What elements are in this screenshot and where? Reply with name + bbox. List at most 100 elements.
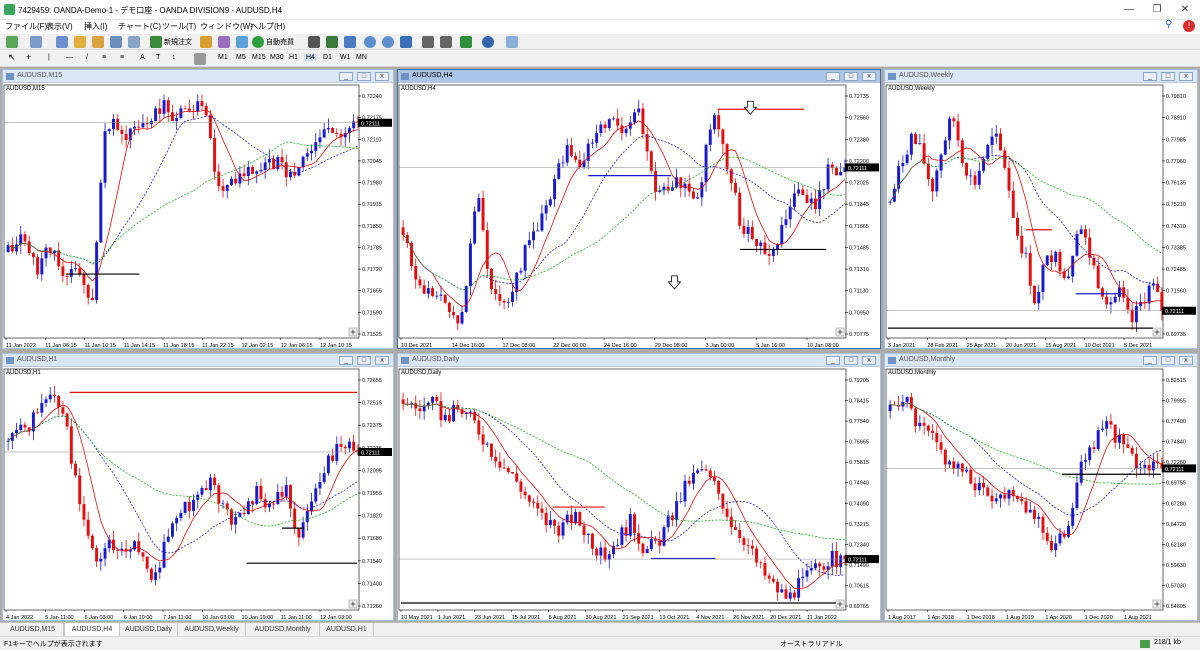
signals-icon[interactable]	[236, 36, 248, 48]
price-chart[interactable]: 0.727350.725600.723800.722000.720250.718…	[398, 84, 880, 348]
chart-window-h1[interactable]: AUDUSD,H1 _ □ x AUDUSD,H1 0.72655 0.72515…	[2, 353, 394, 621]
tab-audusd-monthly[interactable]: AUDUSD,Monthly	[246, 623, 320, 636]
tf-d1[interactable]: D1	[323, 54, 332, 61]
tf-mn[interactable]: MN	[356, 54, 367, 61]
navigator-icon[interactable]	[92, 36, 104, 48]
new-order-button[interactable]: 新規注文	[164, 37, 192, 47]
menu-view[interactable]: 表示(V)	[46, 21, 73, 32]
options-icon[interactable]	[218, 36, 230, 48]
chart-window-m15[interactable]: AUDUSD,M15 _ □ x AUDUSD,M15 0.72240 0.721…	[2, 69, 394, 349]
autoscroll-icon[interactable]	[440, 36, 452, 48]
candlestick-icon[interactable]	[326, 36, 338, 48]
chart-window-daily[interactable]: AUDUSD,Daily _ □ x AUDUSD,Daily 0.79205 0…	[397, 353, 881, 621]
tf-m30[interactable]: M30	[270, 54, 284, 61]
window-restore-icon[interactable]: □	[357, 72, 371, 81]
menu-window[interactable]: ウィンドウ(W)	[200, 21, 253, 32]
price-chart[interactable]: 0.825150.799550.774000.748400.722800.697…	[885, 368, 1197, 620]
window-restore-icon[interactable]: □	[357, 356, 371, 365]
chart-area[interactable]: AUDUSD,M15 0.72240 0.72175 0.72110 0.72045 0…	[3, 84, 393, 348]
window-minimize-icon[interactable]: _	[826, 356, 840, 365]
chart-window-header[interactable]: AUDUSD,H1 _ □ x	[3, 354, 393, 367]
bar-chart-icon[interactable]	[308, 36, 320, 48]
tab-audusd-h4[interactable]: AUDUSD,H4	[64, 623, 120, 636]
chart-shift-icon[interactable]	[422, 36, 434, 48]
chart-area[interactable]: AUDUSD,Weekly 0.79810 0.78910 0.77985 0.770…	[885, 84, 1197, 348]
zoom-in-icon[interactable]	[364, 36, 376, 48]
minimize-button[interactable]: —	[1118, 3, 1140, 17]
market-watch-icon[interactable]	[56, 36, 68, 48]
line-chart-icon[interactable]	[344, 36, 356, 48]
tab-audusd-h1[interactable]: AUDUSD,H1	[320, 623, 374, 636]
chart-window-header[interactable]: AUDUSD,Monthly _ □ x	[885, 354, 1197, 367]
chart-window-header[interactable]: AUDUSD,M15 _ □ x	[3, 70, 393, 83]
menu-tools[interactable]: ツール(T)	[162, 21, 196, 32]
chart-area[interactable]: AUDUSD,H4 0.72735 0.72560 0.72380 0.72200 0.…	[398, 84, 880, 348]
templates-icon[interactable]	[506, 36, 518, 48]
window-close-icon[interactable]: x	[375, 72, 389, 81]
tab-audusd-m15[interactable]: AUDUSD,M15	[2, 623, 64, 636]
window-close-icon[interactable]: x	[1179, 356, 1193, 365]
chart-window-monthly[interactable]: AUDUSD,Monthly _ □ x AUDUSD,Monthly 0.82…	[884, 353, 1198, 621]
window-restore-icon[interactable]: □	[844, 356, 858, 365]
crosshair-icon[interactable]: +	[26, 52, 31, 62]
window-close-icon[interactable]: x	[375, 356, 389, 365]
vertical-line-icon[interactable]: |	[48, 54, 50, 61]
price-chart[interactable]: 0.79810 0.78910 0.77985 0.77060 0.76135 0.752…	[885, 84, 1197, 348]
notification-icon[interactable]: !	[1183, 20, 1195, 32]
fibonacci-icon[interactable]: ≡	[120, 54, 124, 61]
tab-audusd-weekly[interactable]: AUDUSD,Weekly	[178, 623, 246, 636]
maximize-button[interactable]: ❐	[1146, 3, 1168, 17]
chart-window-header[interactable]: AUDUSD,H4 _ □ x	[398, 70, 880, 83]
window-restore-icon[interactable]: □	[844, 72, 858, 81]
tile-windows-icon[interactable]	[400, 36, 412, 48]
menu-help[interactable]: ヘルプ(H)	[250, 21, 285, 32]
new-chart-icon[interactable]	[6, 36, 18, 48]
window-restore-icon[interactable]: □	[1161, 356, 1175, 365]
tf-w1[interactable]: W1	[340, 54, 351, 61]
window-close-icon[interactable]: x	[862, 72, 876, 81]
data-window-icon[interactable]	[74, 36, 86, 48]
horizontal-line-icon[interactable]: —	[66, 54, 73, 61]
trendline-icon[interactable]: /	[86, 54, 88, 61]
window-minimize-icon[interactable]: _	[339, 356, 353, 365]
terminal-icon[interactable]	[110, 36, 122, 48]
chart-area[interactable]: AUDUSD,H1 0.726550.725150.723750.722350.…	[3, 368, 393, 620]
channel-icon[interactable]: ≡	[102, 54, 106, 61]
window-restore-icon[interactable]: □	[1161, 72, 1175, 81]
tf-m1[interactable]: M1	[218, 54, 228, 61]
window-minimize-icon[interactable]: _	[1143, 356, 1157, 365]
chart-window-header[interactable]: AUDUSD,Daily _ □ x	[398, 354, 880, 367]
tf-m5[interactable]: M5	[236, 54, 246, 61]
window-minimize-icon[interactable]: _	[339, 72, 353, 81]
indicators-icon[interactable]	[460, 36, 472, 48]
menu-insert[interactable]: 挿入(I)	[84, 21, 108, 32]
profiles-icon[interactable]	[30, 36, 42, 48]
search-icon[interactable]: ⚲	[1165, 19, 1172, 30]
periodicity-icon[interactable]	[194, 53, 206, 65]
cursor-icon[interactable]: ↖	[8, 52, 16, 63]
price-chart[interactable]: 0.79205 0.78415 0.77540 0.76665 0.75815 0.749…	[398, 368, 880, 620]
new-order-icon[interactable]	[150, 36, 162, 48]
text-icon[interactable]: A	[140, 54, 145, 61]
menu-file[interactable]: ファイル(F)	[5, 21, 47, 32]
arrows-icon[interactable]: ↕	[172, 54, 176, 61]
price-chart[interactable]: 0.722400.721750.721100.720450.719800.719…	[3, 84, 393, 348]
tab-audusd-daily[interactable]: AUDUSD,Daily	[120, 623, 178, 636]
tf-h4[interactable]: H4	[304, 54, 317, 61]
chart-window-header[interactable]: AUDUSD,Weekly _ □ x	[885, 70, 1197, 83]
window-minimize-icon[interactable]: _	[1143, 72, 1157, 81]
autotrade-button[interactable]: 自動売買	[266, 37, 294, 47]
window-minimize-icon[interactable]: _	[826, 72, 840, 81]
zoom-out-icon[interactable]	[382, 36, 394, 48]
chart-window-weekly[interactable]: AUDUSD,Weekly _ □ x AUDUSD,Weekly 0.7981…	[884, 69, 1198, 349]
tester-icon[interactable]	[128, 36, 140, 48]
chart-window-h4[interactable]: AUDUSD,H4 _ □ x AUDUSD,H4 0.72735 0.72560…	[397, 69, 881, 349]
window-close-icon[interactable]: x	[862, 356, 876, 365]
periods-icon[interactable]	[482, 36, 494, 48]
autotrade-icon[interactable]	[252, 36, 264, 48]
tf-m15[interactable]: M15	[252, 54, 266, 61]
price-chart[interactable]: 0.726550.725150.723750.722350.720950.719…	[3, 368, 393, 620]
tf-h1[interactable]: H1	[289, 54, 298, 61]
close-button[interactable]: ✕	[1174, 3, 1196, 17]
metaeditor-icon[interactable]	[200, 36, 212, 48]
